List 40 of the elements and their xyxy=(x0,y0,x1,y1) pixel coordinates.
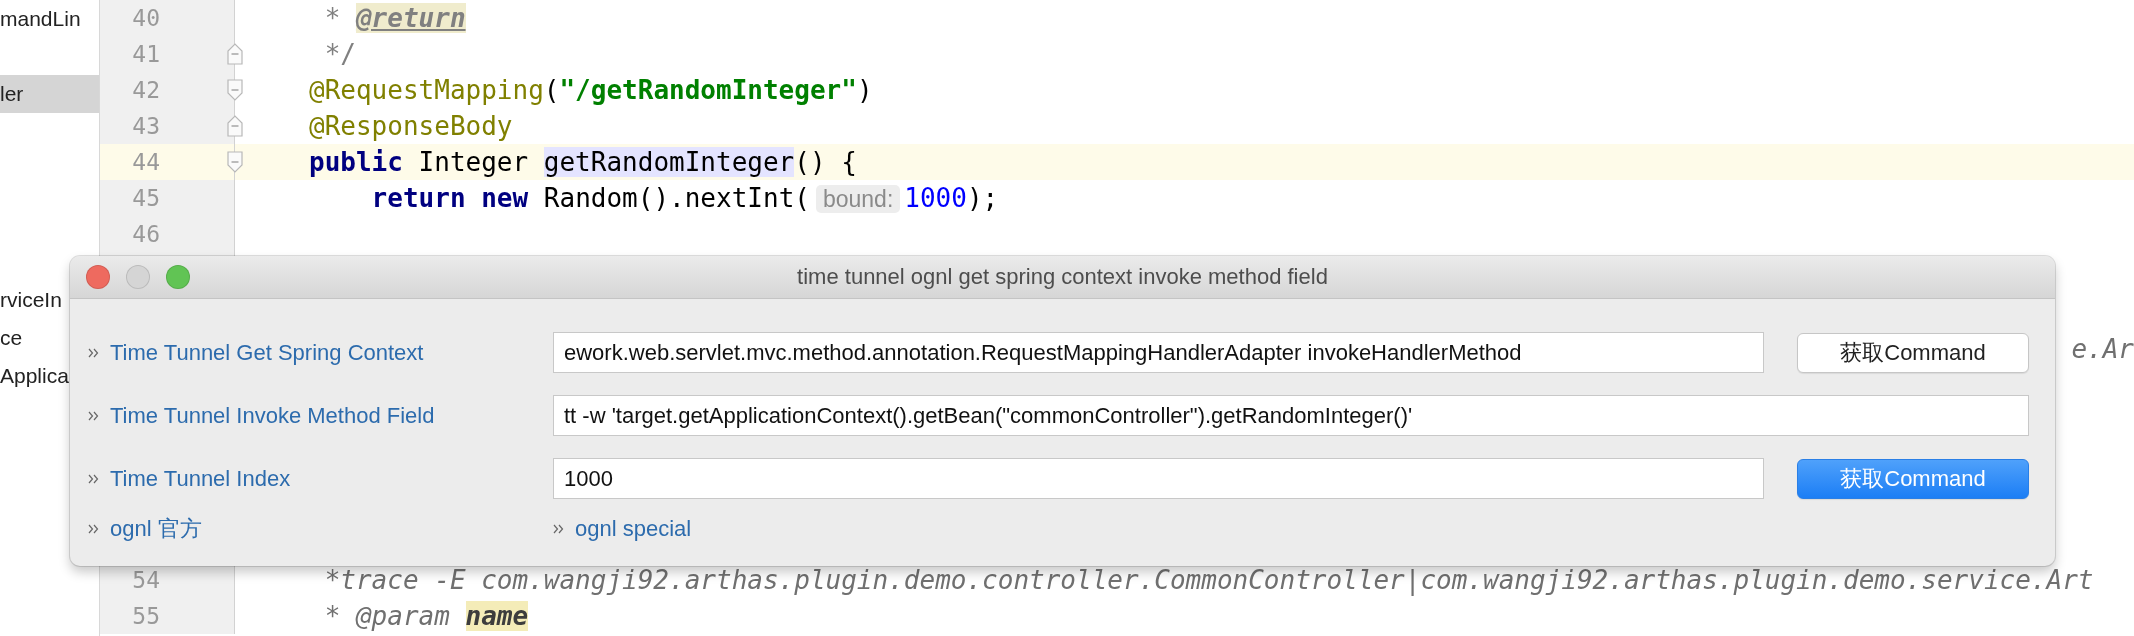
link[interactable]: ognl 官方 xyxy=(110,514,202,544)
line-number: 54 xyxy=(131,567,160,593)
line-number: 45 xyxy=(131,185,160,211)
line-number: 44 xyxy=(131,149,160,175)
zoom-button[interactable] xyxy=(166,265,190,289)
double-chevron-icon xyxy=(553,524,565,534)
double-chevron-icon xyxy=(88,473,100,484)
code-line: public Integer getRandomInteger() { xyxy=(309,147,857,177)
link[interactable]: ognl special xyxy=(575,516,692,542)
tree-item[interactable]: mandLin xyxy=(0,0,99,38)
field-label[interactable]: Time Tunnel Invoke Method Field xyxy=(110,402,435,429)
line-number: 42 xyxy=(131,77,160,103)
line-number: 46 xyxy=(131,221,160,247)
fold-marker-icon[interactable] xyxy=(227,43,243,65)
fold-marker-icon[interactable] xyxy=(227,79,243,101)
get-command-button[interactable]: 获取Command xyxy=(1797,332,2029,373)
code-line: return new Random().nextInt( bound: 1000); xyxy=(370,183,999,213)
double-chevron-icon xyxy=(88,347,100,358)
input-field[interactable]: ework.web.servlet.mvc.method.annotation.RequestMappingHandlerAdapter invokeHandlerMethod xyxy=(553,332,1764,373)
field-label[interactable]: Time Tunnel Index xyxy=(110,465,291,492)
input-field[interactable]: tt -w 'target.getApplicationContext().getBean("commonController").getRandomInteger()' xyxy=(553,395,2029,436)
input-field[interactable]: 1000 xyxy=(553,458,1764,499)
line-number: 55 xyxy=(131,603,160,629)
double-chevron-icon xyxy=(88,524,100,534)
code-line: @ResponseBody xyxy=(309,111,513,141)
close-button[interactable] xyxy=(86,265,110,289)
code-line: */ xyxy=(323,39,356,69)
code-line: * @param name xyxy=(323,601,529,631)
double-chevron-icon xyxy=(88,410,100,421)
line-number: 41 xyxy=(131,41,160,67)
tree-item[interactable]: ler xyxy=(0,75,99,113)
window-title: time tunnel ognl get spring context invoke method field xyxy=(797,264,1328,290)
code-line: @RequestMapping("/getRandomInteger") xyxy=(309,75,873,105)
field-label[interactable]: Time Tunnel Get Spring Context xyxy=(110,339,424,366)
fold-marker-icon[interactable] xyxy=(227,115,243,137)
line-number: 40 xyxy=(131,5,160,31)
line-number: 43 xyxy=(131,113,160,139)
code-line: *trace -E com.wangji92.arthas.plugin.demo.controller.CommonController|com.wangji92.arthas.plugin.demo.service.Art xyxy=(323,565,2094,595)
fold-marker-icon[interactable] xyxy=(227,151,243,173)
code-line: e.Ar xyxy=(2071,334,2134,364)
